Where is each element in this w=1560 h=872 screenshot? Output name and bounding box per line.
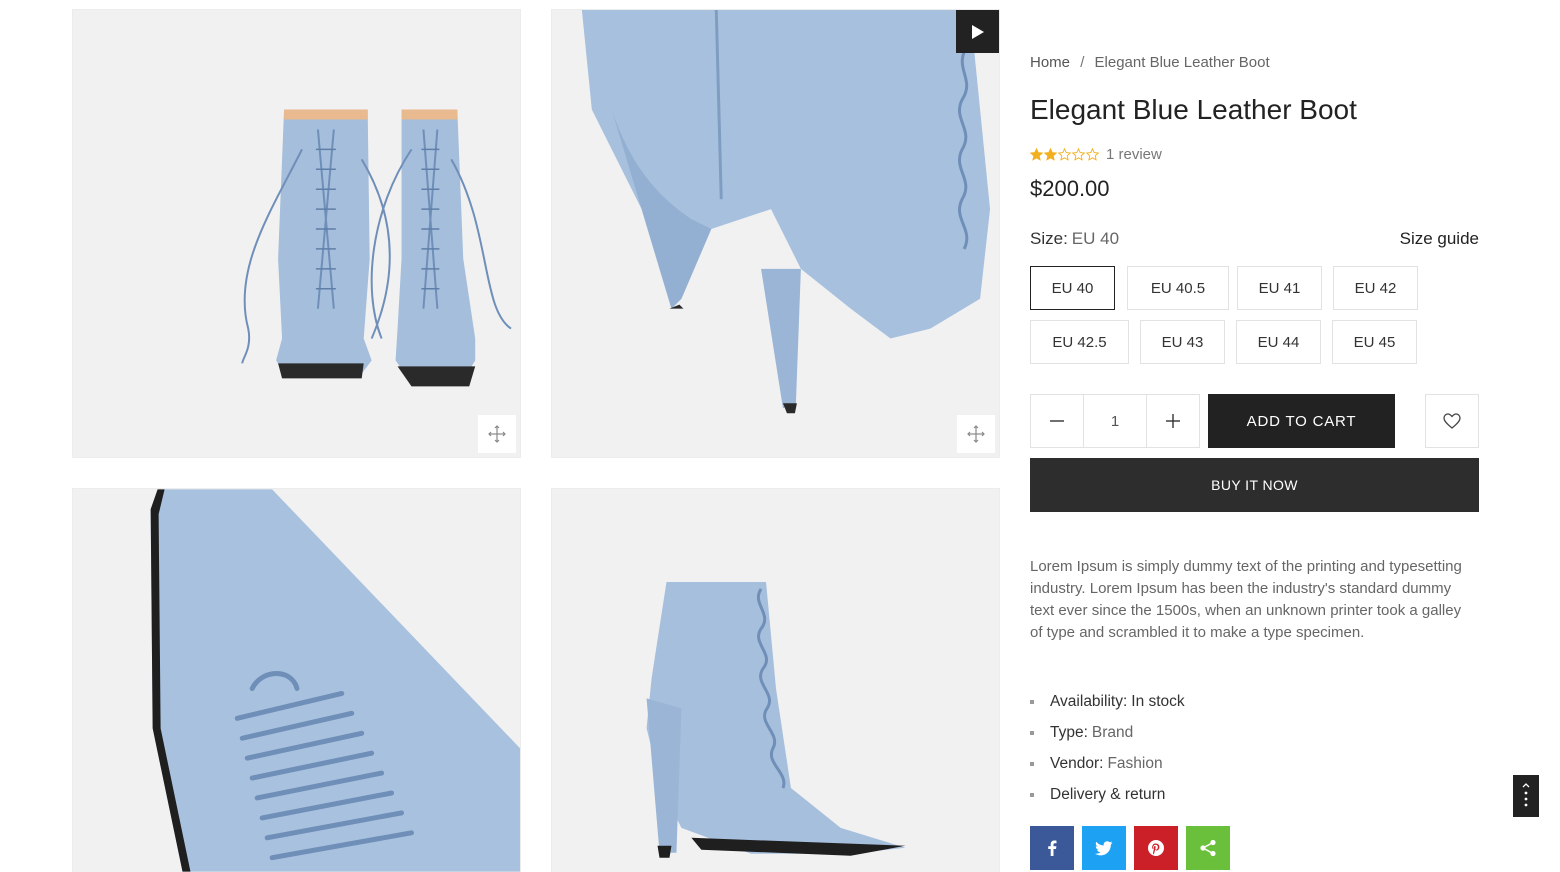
review-count[interactable]: 1 review [1106,146,1162,163]
facebook-share-button[interactable] [1030,826,1074,870]
meta-type: Type: Brand [1030,717,1185,748]
play-icon [971,24,984,39]
play-video-button[interactable] [956,10,999,53]
size-option-eu-40[interactable]: EU 40 [1030,266,1115,310]
breadcrumb-separator: / [1080,54,1085,71]
meta-delivery[interactable]: Delivery & return [1030,779,1185,810]
bullet [1030,699,1034,704]
selected-size: EU 40 [1071,229,1120,248]
product-title: Elegant Blue Leather Boot [1030,94,1357,125]
buy-it-now-button[interactable]: BUY IT NOW [1030,458,1479,512]
share-more-button[interactable] [1186,826,1230,870]
size-option-eu-42-5[interactable]: EU 42.5 [1030,320,1129,364]
boot-heel-image [581,10,991,414]
twitter-share-button[interactable] [1082,826,1126,870]
boot-toe-image [150,489,520,872]
share-icon [1200,839,1216,857]
size-option-eu-44[interactable]: EU 44 [1236,320,1321,364]
product-image-heel-closeup[interactable] [551,9,1000,458]
star-empty-icon [1086,148,1099,161]
type-label: Type: [1050,723,1088,741]
zoom-button[interactable] [957,415,995,453]
heart-icon [1443,413,1461,429]
product-price: $200.00 [1030,176,1110,201]
size-option-eu-41[interactable]: EU 41 [1237,266,1322,310]
rating-stars [1030,148,1099,161]
move-arrows-icon [967,425,985,443]
quantity-decrease-button[interactable] [1031,395,1083,447]
vendor-value[interactable]: Fashion [1107,755,1162,773]
facebook-icon [1048,840,1057,856]
move-arrows-icon [488,425,506,443]
quantity-increase-button[interactable] [1147,395,1199,447]
pinterest-icon [1148,840,1164,856]
boot-side-image [646,581,906,858]
breadcrumb: Home / Elegant Blue Leather Boot [1030,54,1270,71]
bullet [1030,730,1034,735]
availability-label: Availability: [1050,692,1128,710]
product-image-side-view[interactable] [551,488,1000,872]
product-image-pair-front[interactable] [72,9,521,458]
star-empty-icon [1058,148,1071,161]
delivery-return-link[interactable]: Delivery & return [1050,786,1165,804]
twitter-icon [1095,840,1113,855]
share-buttons [1030,826,1230,870]
availability-value: In stock [1131,692,1185,710]
product-meta-list: Availability: In stock Type: Brand Vendor:… [1030,686,1185,810]
size-label: Size: [1030,229,1068,248]
bullet [1030,792,1034,797]
star-empty-icon [1072,148,1085,161]
meta-vendor: Vendor: Fashion [1030,748,1185,779]
size-option-eu-40-5[interactable]: EU 40.5 [1127,266,1229,310]
type-value[interactable]: Brand [1092,724,1133,742]
product-image-toe-closeup[interactable] [72,488,521,872]
meta-availability: Availability: In stock [1030,686,1185,717]
product-description: Lorem Ipsum is simply dummy text of the … [1030,558,1462,641]
bullet [1030,761,1034,766]
breadcrumb-current: Elegant Blue Leather Boot [1094,54,1270,71]
breadcrumb-home-link[interactable]: Home [1030,54,1070,71]
plus-icon [1166,414,1180,428]
size-guide-link[interactable]: Size guide [1400,229,1479,249]
size-option-eu-42[interactable]: EU 42 [1333,266,1418,310]
size-option-eu-45[interactable]: EU 45 [1332,320,1417,364]
vendor-label: Vendor: [1050,754,1104,772]
pinterest-share-button[interactable] [1134,826,1178,870]
add-to-cart-button[interactable]: ADD TO CART [1208,394,1395,448]
quantity-input[interactable]: 1 [1083,395,1147,447]
quantity-stepper: 1 [1030,394,1200,448]
minus-icon [1050,420,1064,422]
product-rating[interactable]: 1 review [1030,146,1162,163]
size-header: Size: EU 40 Size guide [1030,229,1479,253]
back-to-top-button[interactable] [1513,775,1539,817]
zoom-button[interactable] [478,415,516,453]
size-option-eu-43[interactable]: EU 43 [1140,320,1225,364]
star-filled-icon [1044,148,1057,161]
arrow-up-icon [1522,783,1530,807]
wishlist-button[interactable] [1425,394,1479,448]
star-filled-icon [1030,148,1043,161]
boots-pair-image [241,109,512,387]
